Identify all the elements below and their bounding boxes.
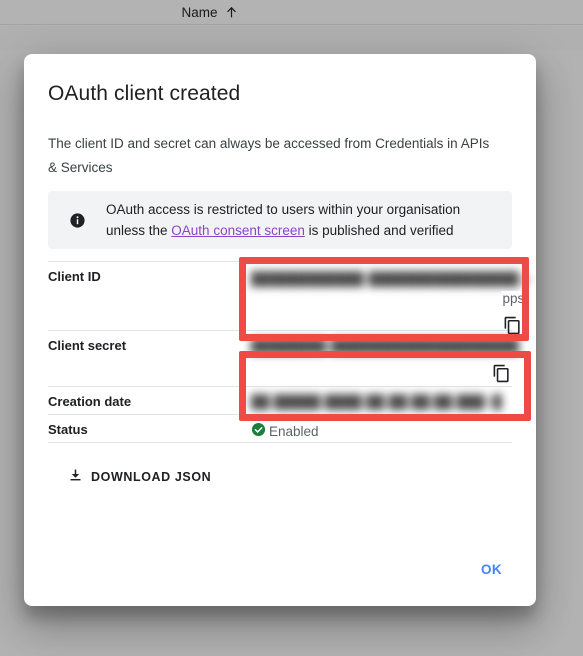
status-value-cell: Enabled (251, 415, 512, 440)
status-label: Status (48, 422, 88, 437)
status-text: Enabled (269, 423, 319, 439)
table-column-name-label: Name (181, 4, 218, 20)
table-column-name[interactable]: Name (181, 5, 237, 20)
oauth-consent-screen-link[interactable]: OAuth consent screen (171, 223, 305, 238)
creation-date-value-cell: ██ █████ ████ ██ ██:██:██ ███+█ (251, 387, 512, 409)
creation-date-label: Creation date (48, 394, 132, 409)
table-row-client-id: Client ID ████████████-████████████████.… (48, 261, 530, 335)
copy-icon-client-secret[interactable] (492, 364, 512, 384)
info-icon (48, 212, 106, 229)
status-badge: Enabled (251, 422, 512, 440)
client-details-table: Client ID ████████████-████████████████.… (48, 261, 530, 443)
background-table-header: Name (0, 0, 583, 25)
background-table-body (0, 26, 583, 50)
arrow-up-icon (225, 6, 238, 19)
table-row-status: Status Enabled (48, 415, 512, 443)
creation-date-value: ██ █████ ████ ██ ██:██:██ ███+█ (251, 394, 502, 409)
dialog-title: OAuth client created (48, 82, 241, 105)
check-circle-icon (251, 422, 266, 440)
oauth-restriction-banner: OAuth access is restricted to users with… (48, 191, 512, 249)
download-icon (68, 468, 83, 486)
client-secret-value-cell: ████████-████████████████████ (251, 331, 520, 383)
client-id-label: Client ID (48, 269, 101, 284)
ok-button[interactable]: OK (471, 554, 512, 585)
client-id-value-cell: ████████████-████████████████.a pps (251, 262, 531, 335)
client-id-value: ████████████-████████████████.a (251, 271, 531, 286)
download-json-button[interactable]: DOWNLOAD JSON (68, 468, 211, 486)
download-json-label: DOWNLOAD JSON (91, 470, 212, 484)
dialog-subtitle: The client ID and secret can always be a… (48, 136, 490, 175)
banner-text-after: is published and verified (304, 223, 454, 238)
banner-text: OAuth access is restricted to users with… (106, 199, 512, 241)
client-secret-value: ████████-████████████████████ (251, 338, 520, 353)
table-row-creation-date: Creation date ██ █████ ████ ██ ██:██:██ … (48, 387, 512, 415)
table-row-client-secret: Client secret ████████-█████████████████… (48, 331, 519, 387)
client-id-value-tail: pps (501, 291, 525, 306)
client-secret-label: Client secret (48, 338, 127, 353)
oauth-client-created-dialog: OAuth client created The client ID and s… (24, 54, 536, 606)
